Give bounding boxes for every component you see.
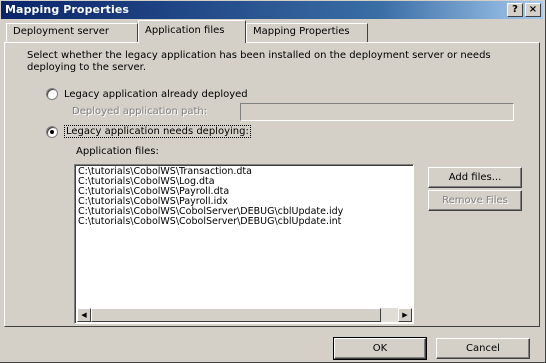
horizontal-scrollbar[interactable]: ◀ ▶ (77, 308, 412, 322)
file-list-items: C:\tutorials\CobolWS\Transaction.dta C:\… (76, 167, 343, 227)
ok-button[interactable]: OK (333, 337, 427, 360)
list-item[interactable]: C:\tutorials\CobolWS\CobolServer\DEBUG\c… (76, 217, 343, 227)
radio-label-already-deployed: Legacy application already deployed (64, 88, 248, 100)
deployed-path-input[interactable] (240, 103, 514, 121)
application-files-list[interactable]: C:\tutorials\CobolWS\Transaction.dta C:\… (74, 164, 414, 324)
add-files-button[interactable]: Add files... (428, 167, 522, 188)
radio-button-icon[interactable] (46, 88, 58, 100)
mapping-properties-dialog: Mapping Properties ? × Deployment server… (0, 0, 546, 363)
remove-files-button[interactable]: Remove Files (428, 190, 522, 211)
radio-needs-deploying[interactable]: Legacy application needs deploying: (46, 125, 251, 138)
cancel-button[interactable]: Cancel (436, 338, 530, 359)
window-title: Mapping Properties (5, 3, 130, 16)
scroll-right-icon[interactable]: ▶ (398, 308, 412, 322)
tab-label: Deployment server (13, 26, 110, 37)
app-files-label-row: Application files: (76, 146, 159, 157)
radio-button-selected-icon[interactable] (46, 125, 58, 138)
deployed-path-label: Deployed application path: (72, 106, 208, 117)
tab-label: Mapping Properties (253, 26, 350, 37)
close-button[interactable]: × (525, 3, 541, 17)
description-text: Select whether the legacy application ha… (27, 50, 491, 73)
scrollbar-thumb[interactable] (91, 308, 381, 322)
radio-label-needs-deploying: Legacy application needs deploying: (64, 125, 251, 138)
tab-mapping-properties[interactable]: Mapping Properties (246, 23, 368, 42)
tab-label: Application files (145, 25, 225, 36)
tab-application-files[interactable]: Application files (138, 20, 246, 43)
deployed-path-label-row: Deployed application path: (72, 106, 207, 117)
help-button[interactable]: ? (507, 3, 523, 17)
scroll-left-icon[interactable]: ◀ (77, 308, 91, 322)
tab-deployment-server[interactable]: Deployment server (6, 23, 138, 42)
app-files-label: Application files: (76, 146, 159, 157)
title-bar: Mapping Properties ? × (1, 1, 543, 19)
radio-already-deployed[interactable]: Legacy application already deployed (46, 88, 248, 100)
